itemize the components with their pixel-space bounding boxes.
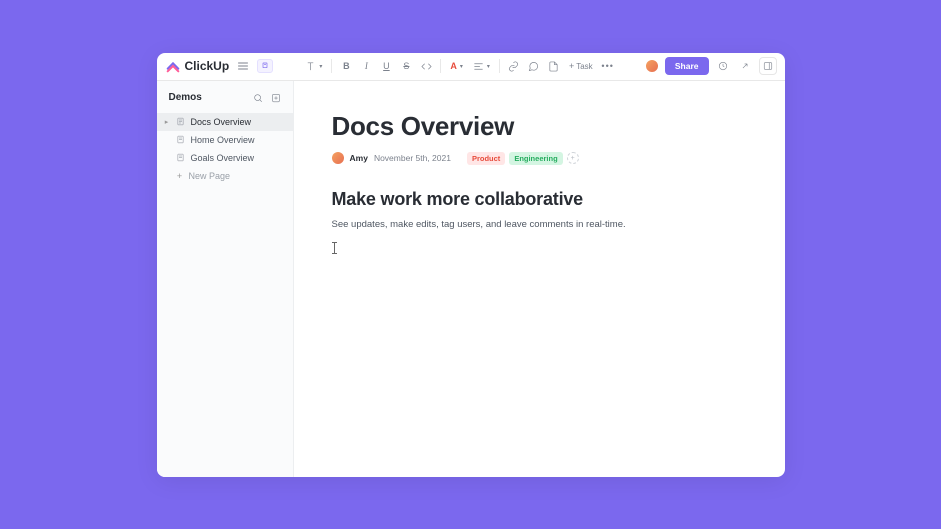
tag-engineering[interactable]: Engineering xyxy=(509,152,562,165)
page-icon xyxy=(176,135,186,145)
new-page-button[interactable]: + New Page xyxy=(157,167,293,185)
code-button[interactable] xyxy=(417,57,435,75)
tag-product[interactable]: Product xyxy=(467,152,505,165)
add-task-button[interactable]: +Task xyxy=(565,57,597,75)
strikethrough-button[interactable]: S xyxy=(397,57,415,75)
plus-icon: + xyxy=(176,171,184,181)
top-toolbar: ClickUp ▾ B I U S A▾ ▾ +Task ••• xyxy=(157,53,785,81)
topbar-right: Share xyxy=(645,57,777,75)
doc-date: November 5th, 2021 xyxy=(374,153,451,163)
panel-icon[interactable] xyxy=(759,57,777,75)
app-body: Demos ▸ Docs Overview Home Overview Goal… xyxy=(157,81,785,477)
chevron-right-icon: ▸ xyxy=(163,118,171,126)
logo-icon xyxy=(165,58,181,74)
expand-icon[interactable] xyxy=(737,58,753,74)
share-button[interactable]: Share xyxy=(665,57,709,75)
page-title[interactable]: Docs Overview xyxy=(332,111,747,142)
author-avatar[interactable] xyxy=(332,152,344,164)
body-text[interactable]: See updates, make edits, tag users, and … xyxy=(332,218,747,232)
divider xyxy=(499,59,500,73)
sidebar-item-label: Goals Overview xyxy=(191,153,255,163)
brand-logo[interactable]: ClickUp xyxy=(165,58,230,74)
brand-name: ClickUp xyxy=(185,59,230,73)
bold-button[interactable]: B xyxy=(337,57,355,75)
section-heading[interactable]: Make work more collaborative xyxy=(332,189,747,210)
divider xyxy=(331,59,332,73)
sidebar: Demos ▸ Docs Overview Home Overview Goal… xyxy=(157,81,294,477)
align-dropdown[interactable]: ▾ xyxy=(469,57,494,75)
underline-button[interactable]: U xyxy=(377,57,395,75)
app-window: ClickUp ▾ B I U S A▾ ▾ +Task ••• xyxy=(157,53,785,477)
add-page-icon[interactable] xyxy=(269,91,283,105)
history-icon[interactable] xyxy=(715,58,731,74)
more-icon[interactable]: ••• xyxy=(599,57,617,75)
sidebar-item-label: Home Overview xyxy=(191,135,255,145)
link-button[interactable] xyxy=(505,57,523,75)
doc-meta: Amy November 5th, 2021 Product Engineeri… xyxy=(332,152,747,165)
pin-button[interactable] xyxy=(257,59,273,73)
sidebar-item-label: Docs Overview xyxy=(191,117,252,127)
tag-group: Product Engineering + xyxy=(467,152,579,165)
comment-button[interactable] xyxy=(525,57,543,75)
menu-icon[interactable] xyxy=(235,58,251,74)
search-icon[interactable] xyxy=(251,91,265,105)
document-main[interactable]: Docs Overview Amy November 5th, 2021 Pro… xyxy=(294,81,785,477)
page-icon xyxy=(176,153,186,163)
sidebar-header: Demos xyxy=(157,91,293,113)
add-tag-button[interactable]: + xyxy=(567,152,579,164)
avatar[interactable] xyxy=(645,59,659,73)
divider xyxy=(440,59,441,73)
attachment-button[interactable] xyxy=(545,57,563,75)
new-page-label: New Page xyxy=(189,171,231,181)
sidebar-item-docs-overview[interactable]: ▸ Docs Overview xyxy=(157,113,293,131)
sidebar-title: Demos xyxy=(169,92,247,103)
author-name: Amy xyxy=(350,153,368,163)
text-cursor xyxy=(334,242,335,254)
text-style-dropdown[interactable]: ▾ xyxy=(301,57,326,75)
sidebar-item-home-overview[interactable]: Home Overview xyxy=(157,131,293,149)
text-color-dropdown[interactable]: A▾ xyxy=(446,57,467,75)
format-toolbar: ▾ B I U S A▾ ▾ +Task ••• xyxy=(279,57,639,75)
italic-button[interactable]: I xyxy=(357,57,375,75)
doc-icon xyxy=(176,117,186,127)
sidebar-item-goals-overview[interactable]: Goals Overview xyxy=(157,149,293,167)
